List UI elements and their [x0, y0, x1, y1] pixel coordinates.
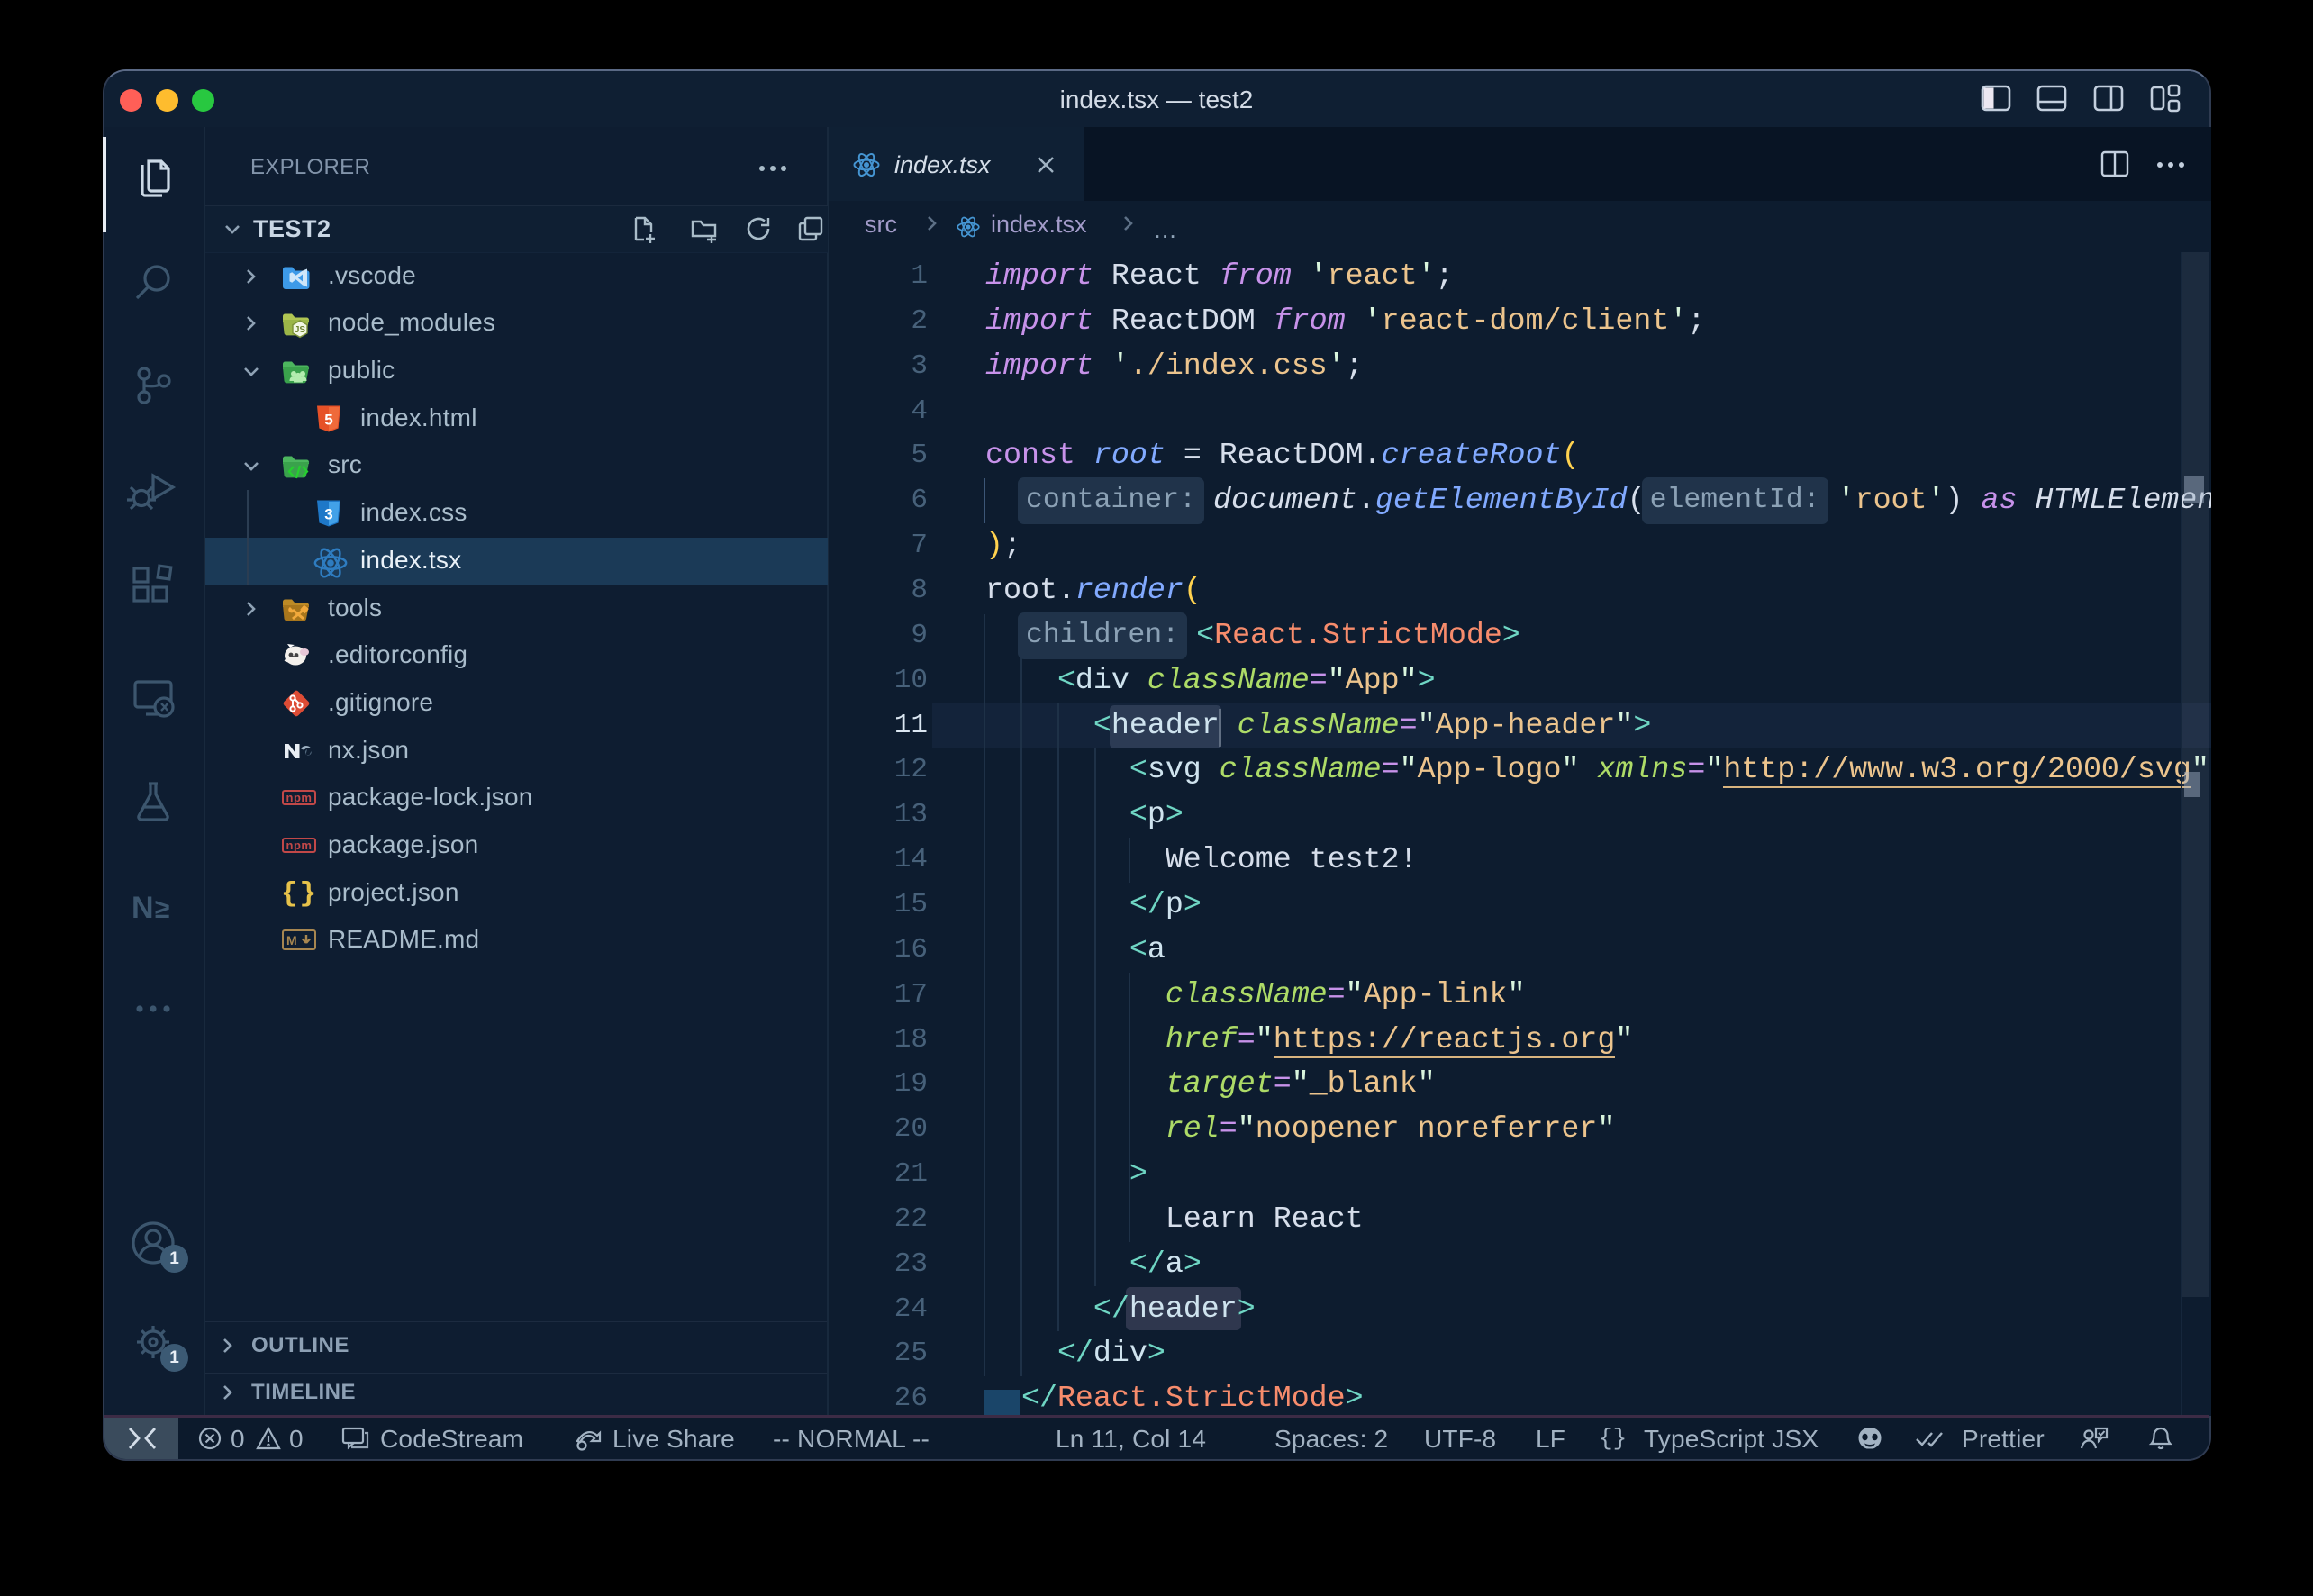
svg-text:M: M	[286, 933, 297, 948]
svg-text:JS: JS	[295, 325, 306, 335]
svg-text:npm: npm	[286, 791, 313, 804]
svg-text:≥: ≥	[155, 894, 169, 924]
svg-text:3: 3	[324, 506, 332, 523]
svg-text:npm: npm	[286, 839, 313, 852]
svg-text:N: N	[132, 891, 154, 925]
svg-text:5: 5	[324, 411, 332, 428]
